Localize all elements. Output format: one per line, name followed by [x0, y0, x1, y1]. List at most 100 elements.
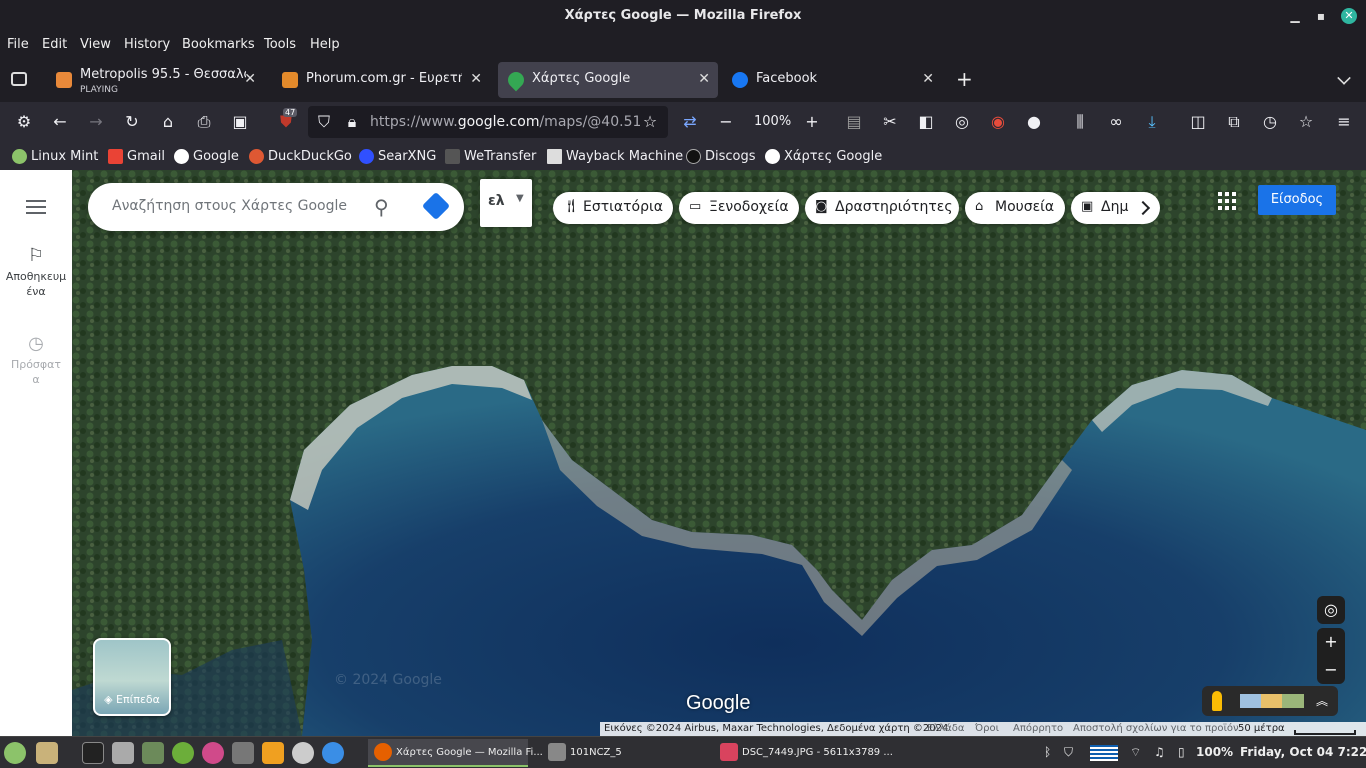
n-app-icon[interactable]	[262, 742, 284, 764]
terms-link[interactable]: Όροι	[975, 723, 999, 734]
directions-icon[interactable]	[421, 191, 451, 221]
sidebar-icon[interactable]: ◫	[1188, 112, 1208, 132]
forward-icon[interactable]: →	[86, 112, 106, 132]
taskbar-app-image-viewer[interactable]: DSC_7449.JPG - 5611x3789 ...	[714, 739, 893, 767]
layers-button[interactable]: ◈ Επίπεδα	[93, 638, 171, 716]
saved-button[interactable]: ⚐ Αποθηκευμ ένα	[0, 247, 72, 299]
search-box[interactable]: Αναζήτηση στους Χάρτες Google ⚲	[88, 183, 464, 231]
pocket-icon[interactable]: ☆	[1296, 112, 1316, 132]
taskbar-app-firefox[interactable]: Χάρτες Google — Mozilla Fi...	[368, 739, 543, 767]
minimize-button[interactable]: ▁	[1287, 8, 1303, 24]
cookie-icon[interactable]: ●	[1024, 112, 1044, 132]
mouse-icon[interactable]: ◎	[952, 112, 972, 132]
menu-bookmarks[interactable]: Bookmarks	[182, 37, 255, 52]
downloads-icon[interactable]: ⤓	[1142, 112, 1162, 132]
menu-edit[interactable]: Edit	[42, 37, 67, 52]
menu-hamburger-icon[interactable]	[26, 200, 46, 214]
screenshot-icon[interactable]: ▣	[230, 112, 250, 132]
tab-metropolis[interactable]: Metropolis 95.5 - Θεσσαλον PLAYING ✕	[46, 62, 264, 98]
back-icon[interactable]: ←	[50, 112, 70, 132]
extensions-icon[interactable]: ⧉	[1224, 112, 1244, 132]
tab-facebook[interactable]: Facebook ✕	[722, 62, 942, 98]
shield-icon[interactable]: ⛉	[314, 112, 334, 132]
zoom-level[interactable]: 100%	[754, 114, 791, 129]
zoom-in-icon[interactable]: +	[802, 112, 822, 132]
tab-phorum[interactable]: Phorum.com.gr - Ευρετήριο ✕	[272, 62, 490, 98]
search-icon[interactable]: ⚲	[374, 195, 389, 219]
tab-close-icon[interactable]: ✕	[698, 71, 710, 87]
language-button[interactable]: ελ ▼	[480, 179, 532, 227]
feedback-link[interactable]: Αποστολή σχολίων για το προϊόν	[1073, 723, 1239, 734]
google-apps-icon[interactable]	[1218, 192, 1236, 210]
privacy-badger-icon[interactable]: ◧	[916, 112, 936, 132]
zoom-out-icon[interactable]: −	[716, 112, 736, 132]
pegman-icon[interactable]	[1212, 691, 1222, 711]
country-link[interactable]: Ελλάδα	[927, 723, 964, 734]
battery-icon[interactable]: ▯	[1178, 745, 1185, 759]
greek-flag-icon[interactable]	[1090, 745, 1118, 761]
map-canvas[interactable]: Αναζήτηση στους Χάρτες Google ⚲ ελ ▼ 🍴︎ Ε…	[72, 170, 1366, 736]
settings-icon[interactable]: ⚙	[14, 112, 34, 132]
chip-hotels[interactable]: ▭ Ξενοδοχεία	[679, 192, 799, 224]
taskbar-app-folder[interactable]: 101NCZ_5	[542, 739, 702, 767]
gimp-icon[interactable]	[232, 742, 254, 764]
home-icon[interactable]: ⌂	[158, 112, 178, 132]
scale-label[interactable]: 50 μέτρα	[1238, 723, 1285, 734]
clock[interactable]: Friday, Oct 04 7:22	[1240, 745, 1366, 759]
calculator-icon[interactable]	[112, 742, 134, 764]
app-menu-icon[interactable]: ≡	[1334, 112, 1354, 132]
tab-google-maps[interactable]: Χάρτες Google ✕	[498, 62, 718, 98]
recent-button[interactable]: ◷ Πρόσφατ α	[0, 335, 72, 387]
url-text[interactable]: https://www.google.com/maps/@40.5198	[370, 114, 640, 130]
expand-up-icon[interactable]: ︽	[1316, 692, 1328, 709]
print-icon[interactable]: ⎙	[194, 112, 214, 132]
search-input[interactable]: Αναζήτηση στους Χάρτες Google	[112, 198, 347, 214]
url-bar[interactable]: ⛉ 🔒︎ https://www.google.com/maps/@40.519…	[308, 106, 668, 138]
close-window-button[interactable]: ✕	[1341, 8, 1357, 24]
lock-icon[interactable]: 🔒︎	[342, 112, 362, 132]
chip-museums[interactable]: ⌂ Μουσεία	[965, 192, 1065, 224]
reload-icon[interactable]: ↻	[122, 112, 142, 132]
chat-icon[interactable]	[202, 742, 224, 764]
imagery-thumbnails[interactable]	[1240, 694, 1304, 708]
history-icon[interactable]: ◷	[1260, 112, 1280, 132]
my-location-icon[interactable]: ◎	[1317, 596, 1345, 624]
camera-icon[interactable]: ◉	[988, 112, 1008, 132]
media-player-icon[interactable]	[172, 742, 194, 764]
tab-close-icon[interactable]: ✕	[922, 71, 934, 87]
list-all-tabs-icon[interactable]	[1337, 71, 1351, 85]
menu-history[interactable]: History	[124, 37, 170, 52]
tab-close-icon[interactable]: ✕	[244, 71, 256, 87]
new-tab-icon[interactable]: +	[956, 69, 973, 89]
bookmark-star-icon[interactable]: ☆	[640, 112, 660, 132]
sign-in-button[interactable]: Είσοδος	[1258, 185, 1336, 215]
browser-icon[interactable]	[322, 742, 344, 764]
menu-file[interactable]: File	[7, 37, 29, 52]
chip-activities[interactable]: ◙ Δραστηριότητες	[805, 192, 959, 224]
shield-tray-icon[interactable]: ⛉	[1064, 745, 1073, 760]
mint-menu-icon[interactable]	[4, 742, 26, 764]
library-icon[interactable]: ⫼	[1070, 112, 1090, 132]
eye-app-icon[interactable]	[292, 742, 314, 764]
terminal-icon[interactable]	[82, 742, 104, 764]
music-icon[interactable]: ♫	[1154, 745, 1165, 759]
privacy-link[interactable]: Απόρρητο	[1013, 723, 1063, 734]
bluetooth-icon[interactable]: ᛒ	[1044, 745, 1051, 759]
maximize-button[interactable]: ▪	[1313, 8, 1329, 24]
menu-view[interactable]: View	[80, 37, 111, 52]
zoom-out-button[interactable]: −	[1317, 656, 1345, 684]
tab-close-icon[interactable]: ✕	[470, 71, 482, 87]
files-icon[interactable]	[36, 742, 58, 764]
tool-icon[interactable]: ✂	[880, 112, 900, 132]
extension-mask-icon[interactable]: ∞	[1106, 112, 1126, 132]
wifi-icon[interactable]: ⌔	[1130, 745, 1141, 760]
translate-icon[interactable]: ⇄	[680, 112, 700, 132]
zoom-in-button[interactable]: +	[1317, 628, 1345, 656]
menu-tools[interactable]: Tools	[264, 37, 296, 52]
folder-icon[interactable]	[142, 742, 164, 764]
scale-bar[interactable]	[1294, 730, 1356, 735]
reader-icon[interactable]: ▤	[844, 112, 864, 132]
firefox-view-icon[interactable]	[11, 72, 27, 86]
chip-restaurants[interactable]: 🍴︎ Εστιατόρια	[553, 192, 673, 224]
street-view-control[interactable]: ︽	[1202, 686, 1338, 716]
